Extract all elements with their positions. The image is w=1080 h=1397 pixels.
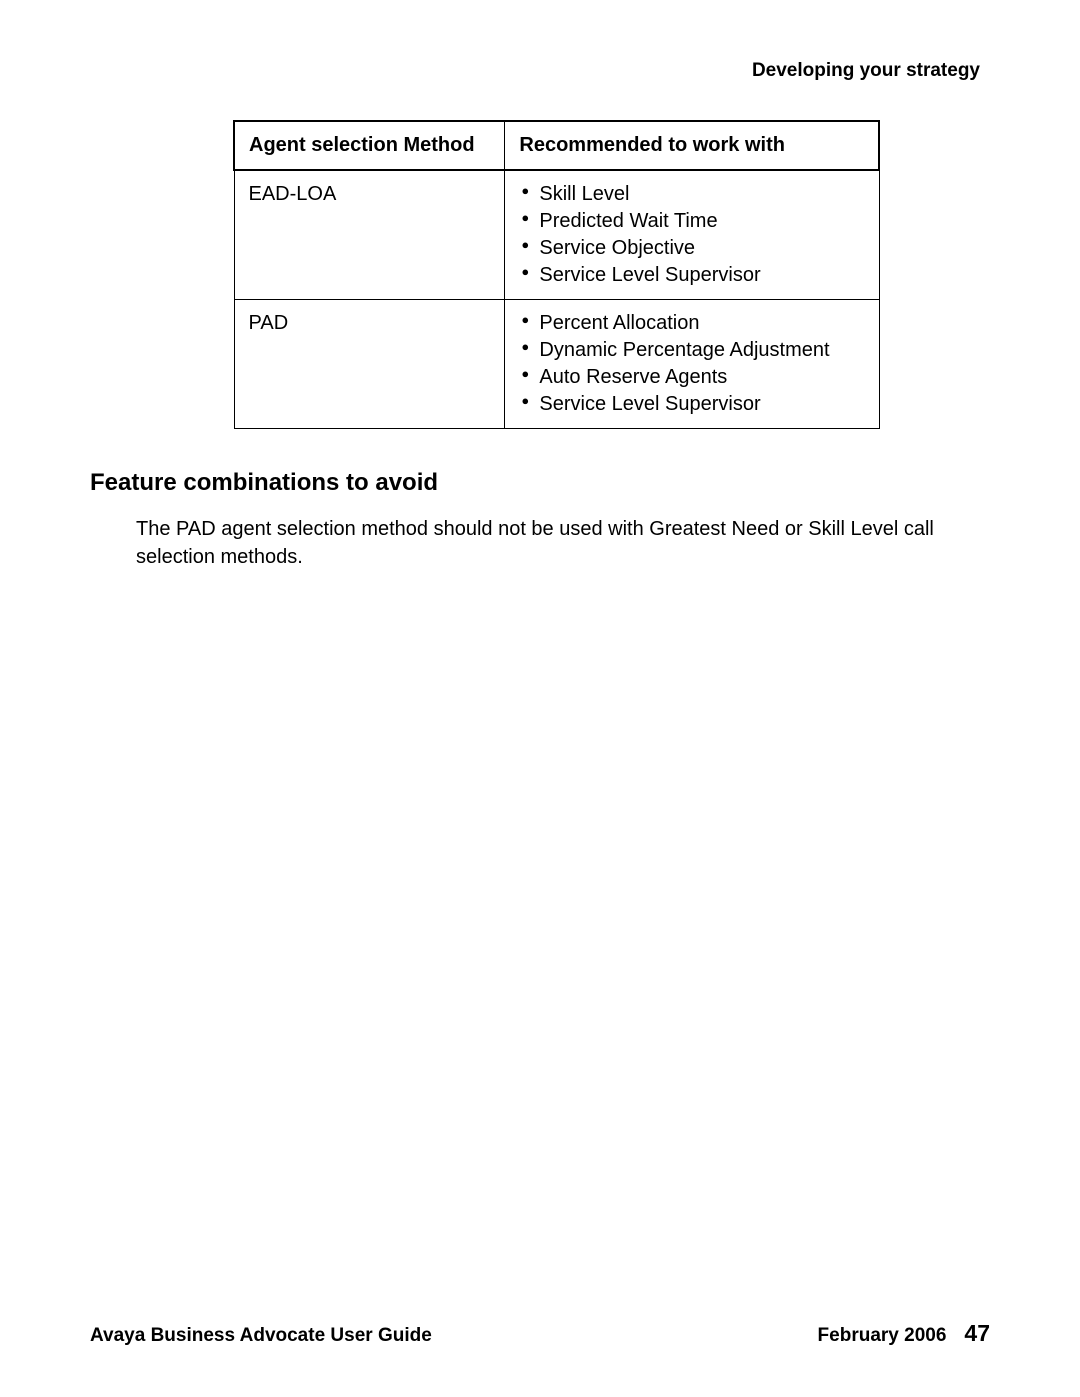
- table-header-row: Agent selection Method Recommended to wo…: [234, 121, 879, 170]
- list-item: Service Objective: [519, 235, 864, 262]
- body-paragraph: The PAD agent selection method should no…: [136, 515, 980, 571]
- list-item: Service Level Supervisor: [519, 391, 864, 418]
- list-item: Predicted Wait Time: [519, 208, 864, 235]
- cell-method: PAD: [234, 300, 505, 429]
- table-row: PAD Percent Allocation Dynamic Percentag…: [234, 300, 879, 429]
- footer-right: February 2006 47: [818, 1320, 990, 1347]
- bullet-list: Skill Level Predicted Wait Time Service …: [519, 181, 864, 289]
- table-row: EAD-LOA Skill Level Predicted Wait Time …: [234, 170, 879, 300]
- agent-selection-table: Agent selection Method Recommended to wo…: [233, 120, 880, 429]
- cell-recommended: Skill Level Predicted Wait Time Service …: [505, 170, 879, 300]
- table-header-recommended: Recommended to work with: [505, 121, 879, 170]
- footer-doc-title: Avaya Business Advocate User Guide: [90, 1325, 432, 1347]
- table-wrapper: Agent selection Method Recommended to wo…: [233, 120, 880, 429]
- bullet-list: Percent Allocation Dynamic Percentage Ad…: [519, 310, 864, 418]
- footer-date: February 2006: [818, 1325, 947, 1347]
- header-section-title: Developing your strategy: [90, 60, 990, 82]
- page-container: Developing your strategy Agent selection…: [0, 0, 1080, 1397]
- cell-recommended: Percent Allocation Dynamic Percentage Ad…: [505, 300, 879, 429]
- footer: Avaya Business Advocate User Guide Febru…: [90, 1320, 990, 1347]
- page-number: 47: [964, 1320, 990, 1347]
- list-item: Dynamic Percentage Adjustment: [519, 337, 864, 364]
- list-item: Auto Reserve Agents: [519, 364, 864, 391]
- list-item: Percent Allocation: [519, 310, 864, 337]
- list-item: Service Level Supervisor: [519, 262, 864, 289]
- section-heading: Feature combinations to avoid: [90, 469, 990, 497]
- table-header-method: Agent selection Method: [234, 121, 505, 170]
- cell-method: EAD-LOA: [234, 170, 505, 300]
- list-item: Skill Level: [519, 181, 864, 208]
